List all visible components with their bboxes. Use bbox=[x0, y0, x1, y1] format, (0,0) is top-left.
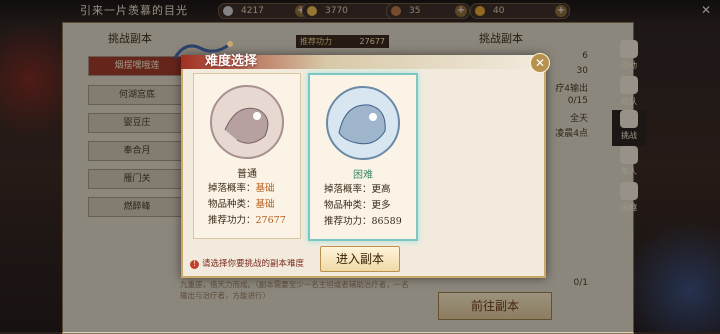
difficulty-card-normal[interactable]: 普通 掉落概率：基础 物品种类：基础 推荐功力：27677 bbox=[193, 73, 301, 239]
hard-emblem-icon bbox=[326, 86, 400, 160]
difficulty-card-hard[interactable]: 困难 掉落概率：更高 物品种类：更多 推荐功力：86589 bbox=[308, 73, 418, 241]
drop-rate-row: 掉落概率：更高 bbox=[324, 184, 391, 195]
difficulty-hint: ! 请选择你要挑战的副本难度 bbox=[190, 257, 304, 269]
item-kind-row: 物品种类：更多 bbox=[324, 200, 391, 211]
warning-icon: ! bbox=[190, 260, 199, 269]
card-name: 普通 bbox=[237, 169, 257, 180]
item-kind-row: 物品种类：基础 bbox=[208, 199, 275, 210]
card-name: 困难 bbox=[353, 170, 373, 181]
close-icon[interactable]: ✕ bbox=[530, 53, 550, 73]
recommend-power-row: 推荐功力：86589 bbox=[324, 216, 402, 227]
enter-dungeon-button[interactable]: 进入副本 bbox=[320, 246, 400, 272]
drop-rate-row: 掉落概率：基础 bbox=[208, 183, 275, 194]
recommend-power-row: 推荐功力：27677 bbox=[208, 215, 286, 226]
modal-title: 难度选择 bbox=[205, 54, 258, 69]
dungeon-description: 九重莲，借天力而成。（副本需要至少一名主坦或者辅助治疗者，一名输出与治疗者，方能… bbox=[180, 280, 409, 300]
normal-emblem-icon bbox=[210, 85, 284, 159]
